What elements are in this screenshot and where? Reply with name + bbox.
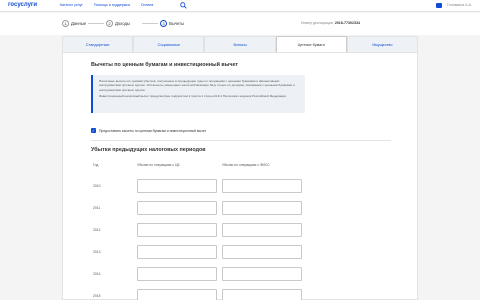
divider [91, 140, 391, 141]
loss-fiss-input[interactable] [222, 179, 302, 193]
nav-payment-link[interactable]: Оплата [141, 3, 153, 7]
losses-title: Убытки предыдущих налоговых периодов [91, 147, 206, 153]
step-deductions[interactable]: 3 Вычеты [160, 18, 184, 28]
nav-help-link[interactable]: Помощь и поддержка [94, 3, 130, 7]
step-number: 2 [106, 19, 113, 27]
step-label: Вычеты [169, 20, 185, 26]
securities-panel: Вычеты по ценным бумагам и инвестиционны… [62, 52, 418, 300]
column-header-year: Год [93, 163, 99, 167]
year-label: 2014 [93, 272, 101, 276]
loss-fiss-input[interactable] [222, 245, 302, 259]
top-nav: Каталог услуг Помощь и поддержка Оплата [60, 3, 163, 7]
deduction-tabs: Стандартные Социальные Взносы Ценные бум… [62, 36, 419, 52]
loss-fiss-input[interactable] [222, 267, 302, 281]
checkbox-checked-icon[interactable]: ✓ [91, 128, 96, 133]
step-data[interactable]: 1 Данные [62, 18, 86, 28]
year-label: 2010 [93, 184, 101, 188]
tab-social[interactable]: Социальные [133, 36, 205, 52]
loss-fiss-input[interactable] [222, 201, 302, 215]
step-number: 3 [160, 19, 167, 27]
step-income[interactable]: 2 Доходы [106, 18, 130, 28]
declaration-value: 2018-77302334 [334, 21, 360, 25]
tab-property[interactable]: Имущество [346, 36, 419, 52]
tab-contributions[interactable]: Взносы [204, 36, 276, 52]
tab-securities[interactable]: Ценные бумаги [275, 36, 347, 52]
step-number: 1 [62, 19, 69, 27]
step-label: Данные [71, 20, 87, 26]
column-header-securities: Убытки по операциям с ЦБ [137, 163, 180, 167]
search-icon[interactable] [180, 2, 187, 9]
loss-securities-input[interactable] [137, 201, 217, 215]
logo[interactable]: госуслуги [8, 2, 37, 8]
loss-securities-input[interactable] [137, 179, 217, 193]
year-label: 2011 [93, 206, 101, 210]
nav-catalog-link[interactable]: Каталог услуг [60, 3, 83, 7]
mail-icon[interactable] [436, 3, 442, 8]
year-label: 2015 [93, 294, 101, 298]
info-box: Налоговые вычеты по суммам убытков, полу… [91, 75, 305, 113]
info-paragraph: Инвестиционный налоговый вычет предусмот… [99, 94, 287, 99]
year-label: 2013 [93, 250, 101, 254]
info-paragraph: Налоговые вычеты по суммам убытков, полу… [99, 79, 295, 92]
loss-securities-input[interactable] [137, 245, 217, 259]
loss-fiss-input[interactable] [222, 223, 302, 237]
declaration-number: Номер декларации: 2018-77302334 [301, 21, 360, 25]
user-name[interactable]: Головкина А.А. [447, 3, 472, 7]
year-label: 2012 [93, 228, 101, 232]
tab-standard[interactable]: Стандартные [62, 36, 134, 52]
column-header-fiss: Убытки по операциям с ФИСС [222, 163, 270, 167]
declaration-label: Номер декларации: [300, 21, 334, 25]
loss-securities-input[interactable] [137, 289, 217, 300]
loss-fiss-input[interactable] [222, 289, 302, 300]
loss-securities-input[interactable] [137, 223, 217, 237]
top-bar: госуслуги Каталог услуг Помощь и поддерж… [0, 0, 480, 12]
step-label: Доходы [115, 20, 130, 26]
wizard-steps: 1 Данные 2 Доходы 3 Вычеты Номер деклара… [0, 13, 480, 35]
loss-securities-input[interactable] [137, 267, 217, 281]
section-title: Вычеты по ценным бумагам и инвестиционны… [91, 62, 239, 68]
securities-checkbox[interactable]: ✓ Предоставить вычеты по ценным бумагам … [91, 128, 206, 133]
losses-table-header: Год Убытки по операциям с ЦБ Убытки по о… [91, 163, 391, 169]
checkbox-label: Предоставить вычеты по ценным бумагам и … [99, 128, 207, 133]
